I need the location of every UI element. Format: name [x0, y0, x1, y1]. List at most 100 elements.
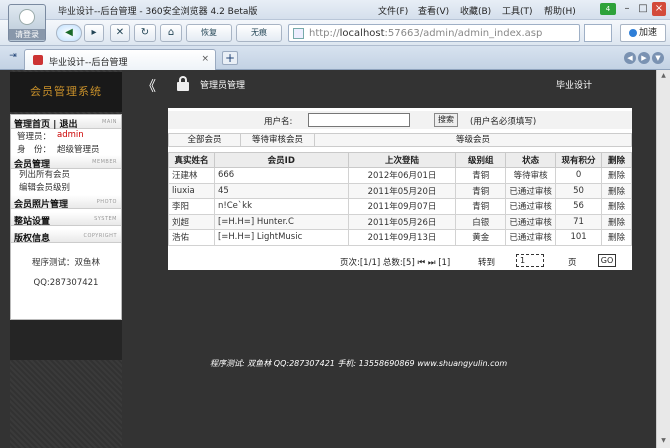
site-name: 毕业设计 — [556, 81, 593, 91]
scroll-down-icon[interactable]: ▼ — [659, 437, 668, 446]
cell-status[interactable]: 已通过审核 — [505, 198, 557, 215]
avatar-icon — [19, 9, 35, 25]
cell-real-name: 浩佑 — [168, 229, 215, 246]
refresh-icon[interactable]: ↻ — [134, 24, 156, 42]
table-row: liuxia 45 2011年05月20日 青铜 已通过审核 50 删除 — [168, 182, 632, 199]
search-button[interactable]: 搜索 — [434, 113, 458, 127]
cell-member-id[interactable]: [=H.H=] LightMusic — [213, 229, 349, 246]
section-copyright[interactable]: 版权信息 COPYRIGHT — [11, 229, 121, 244]
browser-logo-avatar[interactable]: 请登录 — [8, 4, 46, 42]
cell-level: 青铜 — [455, 198, 507, 215]
menu-favorites[interactable]: 收藏(B) — [460, 4, 491, 17]
header-level: 级别组 — [455, 152, 507, 168]
link-list-members[interactable]: 列出所有会员 — [11, 169, 121, 182]
filter-all-members[interactable]: 全部会员 — [169, 134, 241, 146]
notification-badge[interactable]: 4 — [600, 3, 616, 15]
cell-status[interactable]: 已通过审核 — [505, 229, 557, 246]
filter-level-members[interactable]: 等级会员 — [315, 134, 631, 146]
table-row: 浩佑 [=H.H=] LightMusic 2011年09月13日 黄金 已通过审核 10… — [168, 229, 632, 246]
tab-close-icon[interactable]: × — [201, 54, 209, 64]
tab-scroll-left-icon[interactable]: ◀ — [624, 52, 636, 64]
close-window-icon[interactable]: × — [652, 2, 666, 16]
collapse-sidebar-icon[interactable]: 《 — [142, 76, 156, 96]
minimize-icon[interactable]: – — [620, 2, 634, 16]
cell-status[interactable]: 等待审核 — [505, 167, 557, 184]
section-main[interactable]: 管理首页 | 退出 MAIN — [11, 115, 121, 130]
table-row: 汪建林 666 2012年06月01日 青铜 等待审核 0 删除 — [168, 167, 632, 184]
forward-button[interactable]: ▸ — [84, 24, 104, 42]
cell-member-id[interactable]: [=H.H=] Hunter.C — [213, 213, 349, 230]
cell-status[interactable]: 已通过审核 — [505, 182, 557, 199]
sidebar-toggle-icon[interactable]: ⇥ — [6, 51, 20, 64]
link-edit-levels[interactable]: 编辑会员级别 — [11, 182, 121, 195]
menu-help[interactable]: 帮助(H) — [544, 4, 576, 17]
pager: 页次:[1/1] 总数:[5] ⏮ ⏭ [1] 转到 1 页 GO — [168, 252, 632, 268]
incognito-button[interactable]: 无痕 — [236, 24, 282, 42]
cell-last-login: 2011年05月26日 — [347, 213, 457, 230]
cell-member-id[interactable]: 45 — [213, 182, 349, 199]
cell-last-login: 2011年09月07日 — [347, 198, 457, 215]
header-real-name: 真实姓名 — [168, 152, 215, 168]
sidebar-bottom — [10, 320, 122, 360]
role-info: 身 份： 超级管理员 — [17, 145, 100, 155]
header-last-login: 上次登陆 — [347, 152, 457, 168]
delete-link[interactable]: 删除 — [601, 213, 632, 230]
search-note: (用户名必须填写) — [470, 117, 537, 127]
cell-points: 56 — [555, 198, 603, 215]
menu-tools[interactable]: 工具(T) — [502, 4, 533, 17]
go-button[interactable]: GO — [598, 254, 616, 267]
stop-icon[interactable]: ✕ — [110, 24, 130, 42]
vertical-scrollbar[interactable]: ▲ ▼ — [656, 70, 670, 448]
delete-link[interactable]: 删除 — [601, 167, 632, 184]
page-info[interactable]: 页次:[1/1] 总数:[5] ⏮ ⏭ [1] — [340, 256, 450, 268]
filter-tabs: 全部会员 等待审核会员 等级会员 — [168, 133, 632, 147]
cell-member-id[interactable]: n!Ce`kk — [213, 198, 349, 215]
tab-bar: ⇥ 毕业设计--后台管理 × + ◀ ▶ ▼ — [0, 46, 670, 70]
tab-list-icon[interactable]: ▼ — [652, 52, 664, 64]
new-tab-button[interactable]: + — [222, 51, 238, 65]
page-number-input[interactable]: 1 — [516, 254, 544, 267]
qq-text: QQ:287307421 — [33, 278, 99, 288]
cell-last-login: 2011年05月20日 — [347, 182, 457, 199]
member-table: 真实姓名 会员ID 上次登陆 级别组 状态 现有积分 删除 汪建林 666 2012年06月01… — [168, 152, 632, 246]
scroll-up-icon[interactable]: ▲ — [659, 72, 668, 81]
table-row: 李阳 n!Ce`kk 2011年09月07日 青铜 已通过审核 56 删除 — [168, 198, 632, 215]
section-photo[interactable]: 会员照片管理 PHOTO — [11, 195, 121, 210]
filter-pending-members[interactable]: 等待审核会员 — [241, 134, 315, 146]
cell-last-login: 2012年06月01日 — [347, 167, 457, 184]
section-system[interactable]: 整站设置 SYSTEM — [11, 212, 121, 227]
back-button[interactable]: ◀ — [56, 24, 82, 42]
delete-link[interactable]: 删除 — [601, 182, 632, 199]
admin-name: admin — [57, 130, 84, 140]
search-box[interactable] — [584, 24, 612, 42]
cell-real-name: 汪建林 — [168, 167, 215, 184]
browser-window: 毕业设计--后台管理 - 360安全浏览器 4.2 Beta版 文件(F) 查看… — [0, 0, 670, 448]
section-member[interactable]: 会员管理 MEMBER — [11, 155, 121, 170]
username-input[interactable] — [308, 113, 410, 127]
restore-button[interactable]: 恢复 — [186, 24, 232, 42]
cell-level: 黄金 — [455, 229, 507, 246]
maximize-icon[interactable]: □ — [636, 2, 650, 16]
title-bar: 毕业设计--后台管理 - 360安全浏览器 4.2 Beta版 文件(F) 查看… — [0, 0, 670, 20]
delete-link[interactable]: 删除 — [601, 198, 632, 215]
speed-up-button[interactable]: 加速 — [620, 24, 666, 42]
admin-info: 管理员： admin — [17, 130, 84, 142]
cell-status[interactable]: 已通过审核 — [505, 213, 557, 230]
home-icon[interactable]: ⌂ — [160, 24, 182, 42]
menu-file[interactable]: 文件(F) — [378, 4, 408, 17]
delete-link[interactable]: 删除 — [601, 229, 632, 246]
tab-title: 毕业设计--后台管理 — [49, 58, 128, 68]
role-value: 超级管理员 — [57, 145, 100, 155]
header-status: 状态 — [505, 152, 557, 168]
cell-level: 青铜 — [455, 182, 507, 199]
header-points: 现有积分 — [555, 152, 603, 168]
tab-scroll-right-icon[interactable]: ▶ — [638, 52, 650, 64]
cell-member-id[interactable]: 666 — [213, 167, 349, 184]
tab-favicon-icon — [33, 55, 43, 65]
tab-active[interactable]: 毕业设计--后台管理 × — [24, 49, 216, 70]
lock-icon — [176, 76, 190, 91]
menu-view[interactable]: 查看(V) — [418, 4, 449, 17]
page-viewport: 会员管理系统 管理首页 | 退出 MAIN 管理员： admin 身 份： 超级管… — [0, 70, 670, 448]
footer-text: 程序测试: 双鱼林 QQ:287307421 手机: 13558690869 w… — [210, 359, 508, 368]
address-bar[interactable]: http://localhost:57663/admin/admin_index… — [288, 24, 580, 42]
